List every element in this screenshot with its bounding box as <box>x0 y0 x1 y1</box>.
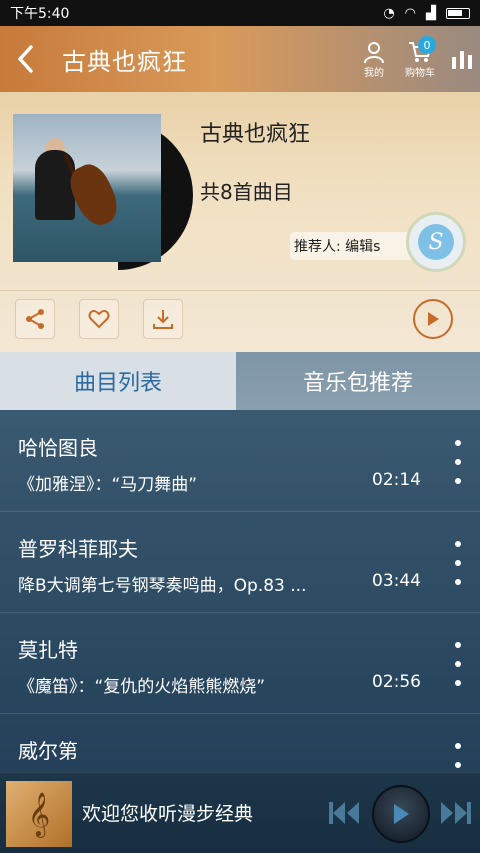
tab-package-recommend[interactable]: 音乐包推荐 <box>236 352 480 410</box>
wifi-icon: ◠ <box>404 5 416 21</box>
mini-player: 𝄞 欢迎您收听漫步经典 <box>0 772 480 853</box>
track-title: 《加雅涅》：“马刀舞曲” <box>18 475 198 495</box>
play-icon <box>394 804 409 824</box>
track-duration: 03:44 <box>372 571 421 591</box>
play-pause-button[interactable] <box>372 785 430 843</box>
signal-icon: ▟ <box>426 5 436 21</box>
chevron-left-icon <box>18 45 33 73</box>
track-row[interactable]: 普罗科菲耶夫 降B大调第七号钢琴奏鸣曲，Op.83 ... 03:44 <box>0 511 480 613</box>
download-button[interactable] <box>143 299 183 339</box>
alarm-icon: ◔ <box>383 5 395 21</box>
track-row[interactable]: 莫扎特 《魔笛》：“复仇的火焰熊熊燃烧” 02:56 <box>0 612 480 714</box>
download-icon <box>153 310 173 329</box>
favorite-button[interactable] <box>79 299 119 339</box>
more-icon[interactable] <box>446 642 470 686</box>
status-time: 下午5:40 <box>10 6 70 22</box>
more-icon[interactable] <box>446 743 470 772</box>
equalizer-icon <box>452 51 472 69</box>
user-icon <box>364 41 384 63</box>
recommender-avatar[interactable]: S <box>406 212 466 272</box>
cart-label: 购物车 <box>405 67 435 79</box>
tab-track-list[interactable]: 曲目列表 <box>0 352 236 410</box>
player-thumbnail[interactable]: 𝄞 <box>6 781 72 847</box>
more-icon[interactable] <box>446 440 470 484</box>
player-now-playing: 欢迎您收听漫步经典 <box>82 803 254 825</box>
track-composer: 哈恰图良 <box>18 436 98 460</box>
status-icons: ◔ ◠ ▟ <box>383 6 470 21</box>
battery-icon <box>446 7 470 19</box>
cart-button[interactable]: 0 购物车 <box>396 26 444 92</box>
now-playing-button[interactable] <box>444 26 480 92</box>
track-composer: 莫扎特 <box>18 638 78 662</box>
album-cover <box>13 114 161 262</box>
skip-forward-icon <box>441 802 471 824</box>
more-icon[interactable] <box>446 541 470 585</box>
cart-count-badge: 0 <box>418 36 436 54</box>
avatar-letter: S <box>418 224 454 260</box>
profile-button[interactable]: 我的 <box>352 26 396 92</box>
track-title: 降B大调第七号钢琴奏鸣曲，Op.83 ... <box>18 576 307 596</box>
page-title: 古典也疯狂 <box>62 47 187 76</box>
track-duration: 02:56 <box>372 672 421 692</box>
share-icon <box>26 309 44 329</box>
play-icon <box>428 312 439 326</box>
album-track-count: 共8首曲目 <box>200 180 293 204</box>
track-composer: 普罗科菲耶夫 <box>18 537 138 561</box>
profile-label: 我的 <box>364 67 384 79</box>
header-bar: 古典也疯狂 我的 0 购物车 <box>0 26 480 92</box>
skip-back-icon <box>329 802 359 824</box>
share-button[interactable] <box>15 299 55 339</box>
back-button[interactable] <box>0 26 52 92</box>
track-composer: 威尔第 <box>18 739 78 763</box>
track-row[interactable]: 威尔第 <box>0 713 480 772</box>
track-list: 哈恰图良 《加雅涅》：“马刀舞曲” 02:14 普罗科菲耶夫 降B大调第七号钢琴… <box>0 410 480 772</box>
play-all-button[interactable] <box>413 299 453 339</box>
treble-clef-icon: 𝄞 <box>27 791 51 836</box>
heart-icon <box>88 309 110 329</box>
album-actions <box>0 290 480 350</box>
tab-bar: 曲目列表 音乐包推荐 <box>0 352 480 410</box>
status-bar: 下午5:40 ◔ ◠ ▟ <box>0 0 480 26</box>
track-duration: 02:14 <box>372 470 421 490</box>
track-row[interactable]: 哈恰图良 《加雅涅》：“马刀舞曲” 02:14 <box>0 410 480 512</box>
next-button[interactable] <box>438 789 474 837</box>
track-title: 《魔笛》：“复仇的火焰熊熊燃烧” <box>18 677 266 697</box>
previous-button[interactable] <box>326 789 362 837</box>
album-title: 古典也疯狂 <box>200 122 311 147</box>
